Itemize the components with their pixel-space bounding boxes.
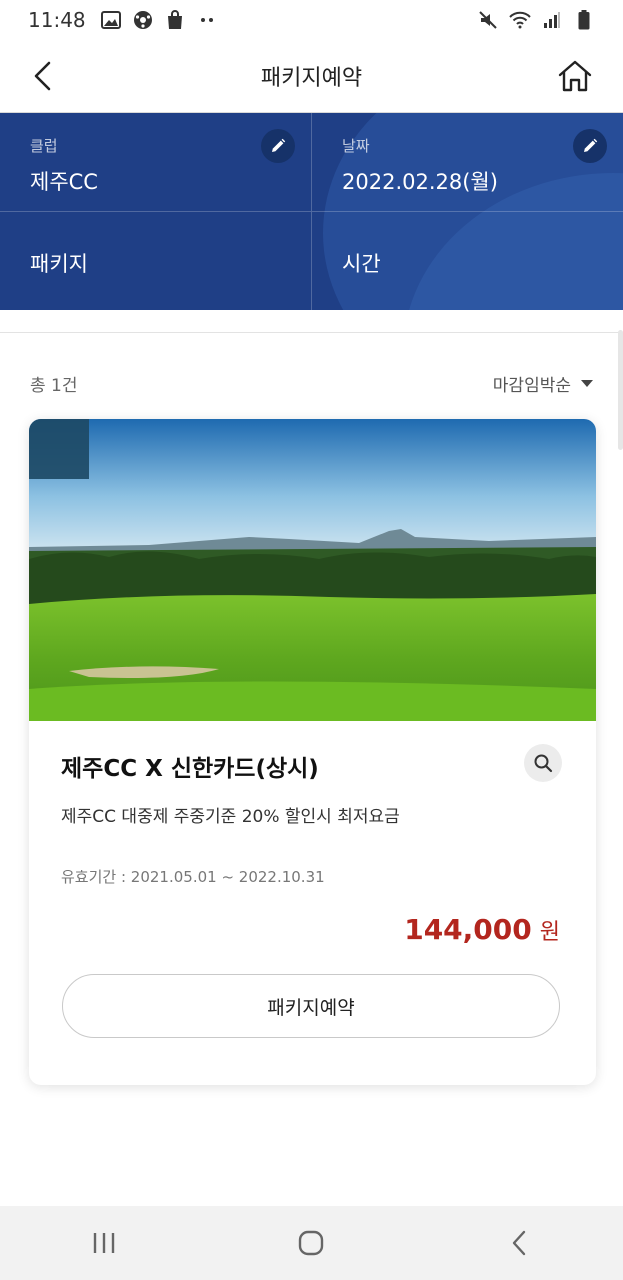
home-icon: [558, 60, 592, 92]
pencil-icon: [584, 138, 598, 152]
shopping-bag-icon: [164, 9, 186, 31]
price-unit: 원: [539, 920, 560, 945]
result-count: 총 1건: [30, 376, 78, 396]
caret-down-icon: [581, 380, 593, 387]
pencil-icon: [272, 138, 286, 152]
date-filter[interactable]: 날짜 2022.02.28(월): [312, 113, 623, 212]
package-price: 144,000 원: [404, 913, 560, 946]
home-button-icon: [299, 1230, 324, 1256]
battery-icon: [573, 9, 595, 31]
back-icon: [512, 1230, 526, 1256]
scroll-indicator: [618, 330, 623, 450]
app-header: 패키지예약: [0, 40, 623, 113]
home-nav-button[interactable]: [276, 1213, 346, 1273]
back-nav-button[interactable]: [484, 1213, 554, 1273]
recent-apps-icon: [93, 1233, 115, 1253]
search-icon: [534, 754, 553, 773]
package-title: 제주CC X 신한카드(상시): [61, 756, 319, 782]
package-filter-label: 패키지: [30, 252, 88, 276]
mute-icon: [477, 9, 499, 31]
home-button[interactable]: [553, 54, 597, 98]
reserve-package-button[interactable]: 패키지예약: [62, 974, 560, 1038]
sort-select[interactable]: 마감임박순: [493, 371, 593, 396]
club-filter-value: 제주CC: [30, 170, 98, 194]
date-filter-label: 날짜: [342, 137, 370, 155]
date-filter-value: 2022.02.28(월): [342, 170, 498, 194]
golf-course-image: [29, 419, 596, 721]
sort-select-label: 마감임박순: [492, 376, 571, 396]
club-filter[interactable]: 클럽 제주CC: [0, 113, 312, 212]
time-filter[interactable]: 시간: [312, 212, 623, 310]
status-left: 11:48: [28, 8, 218, 32]
more-dots-icon: [196, 9, 218, 31]
card-badge: [29, 419, 89, 479]
soccer-ball-icon: [132, 9, 154, 31]
package-filter[interactable]: 패키지: [0, 212, 312, 310]
package-card[interactable]: 제주CC X 신한카드(상시) 제주CC 대중제 주중기준 20% 할인시 최저…: [29, 419, 596, 1085]
package-detail-button[interactable]: [524, 744, 562, 782]
edit-club-button[interactable]: [261, 129, 295, 163]
status-right: [477, 9, 595, 31]
price-amount: 144,000: [404, 913, 532, 946]
club-filter-label: 클럽: [30, 137, 58, 155]
system-nav-bar: [0, 1206, 623, 1280]
package-description: 제주CC 대중제 주중기준 20% 할인시 최저요금: [61, 807, 400, 827]
time-filter-label: 시간: [342, 252, 381, 276]
status-bar: 11:48: [0, 0, 623, 40]
wifi-icon: [509, 9, 531, 31]
package-period: 유효기간 : 2021.05.01 ~ 2022.10.31: [61, 868, 325, 886]
status-time: 11:48: [28, 8, 86, 32]
filter-panel: 클럽 제주CC 날짜 2022.02.28(월) 패키지 시간: [0, 113, 623, 310]
gallery-icon: [100, 9, 122, 31]
recent-apps-button[interactable]: [69, 1213, 139, 1273]
signal-icon: [541, 9, 563, 31]
divider: [0, 332, 623, 333]
edit-date-button[interactable]: [573, 129, 607, 163]
page-title: 패키지예약: [260, 66, 363, 91]
